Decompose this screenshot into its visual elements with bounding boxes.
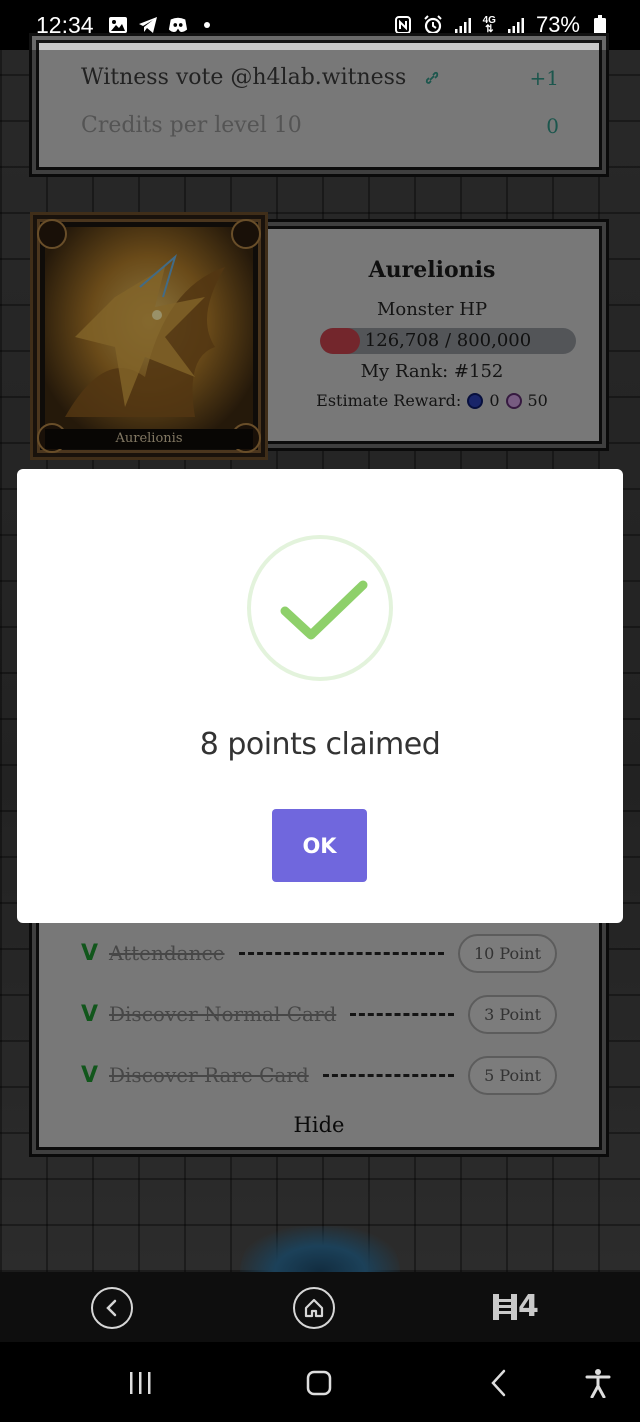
system-nav-bar [0, 1342, 640, 1422]
success-check-icon [247, 535, 393, 681]
modal-title: 8 points claimed [199, 727, 441, 762]
home-icon[interactable] [299, 1366, 339, 1400]
telegram-icon [138, 15, 158, 35]
alarm-icon [423, 15, 443, 35]
notification-dot [203, 22, 210, 28]
signal-icon [453, 15, 473, 35]
h4-logo-text: 4 [518, 1289, 539, 1324]
h4-logo[interactable]: 4 [492, 1290, 539, 1324]
status-time: 12:34 [36, 11, 94, 38]
signal-icon [506, 15, 526, 35]
battery-percent: 73% [535, 12, 580, 37]
recents-icon[interactable] [120, 1366, 160, 1400]
accessibility-icon[interactable] [578, 1366, 618, 1400]
app-nav-bar: 4 [0, 1272, 640, 1342]
ok-button[interactable]: OK [272, 809, 367, 882]
discord-icon [168, 15, 188, 35]
home-circle-icon[interactable] [293, 1287, 335, 1329]
status-left: 12:34 [36, 12, 210, 39]
status-right: 4G ⇅ 73% [393, 12, 610, 38]
back-circle-icon[interactable] [91, 1287, 133, 1329]
battery-icon [590, 15, 610, 35]
gallery-icon [108, 15, 128, 35]
nfc-icon [393, 15, 413, 35]
success-modal: 8 points claimed OK [17, 469, 623, 923]
back-icon[interactable] [479, 1366, 519, 1400]
network-type-label: 4G ⇅ [482, 15, 496, 35]
